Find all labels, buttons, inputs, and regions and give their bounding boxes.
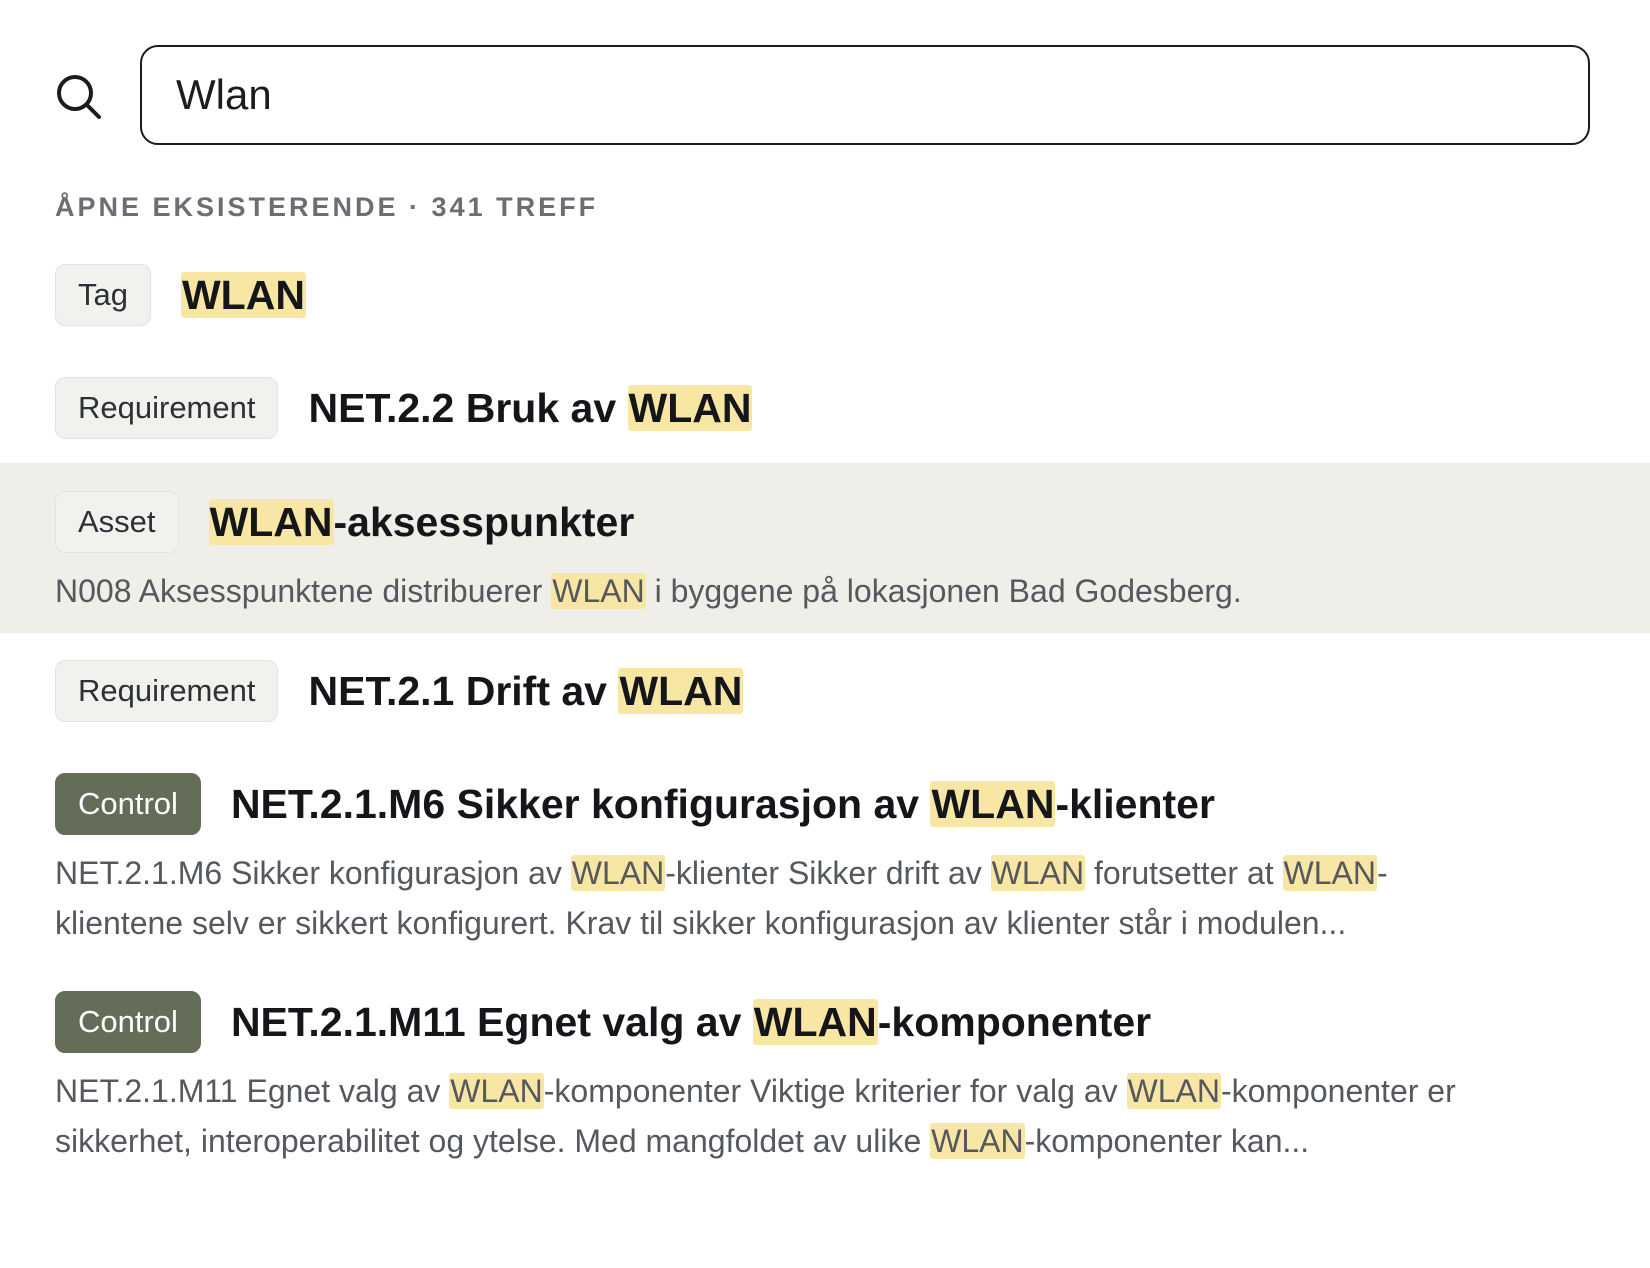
text-segment: -klienter Sikker drift av xyxy=(665,855,991,891)
result-item[interactable]: Control NET.2.1.M11 Egnet valg av WLAN-ko… xyxy=(0,990,1650,1190)
result-title: WLAN xyxy=(180,271,306,319)
type-badge: Tag xyxy=(55,264,151,326)
text-segment: forutsetter at xyxy=(1085,855,1283,891)
result-description: NET.2.1.M6 Sikker konfigurasjon av WLAN-… xyxy=(55,848,1475,948)
result-title: NET.2.1.M6 Sikker konfigurasjon av WLAN-… xyxy=(230,780,1215,828)
result-item[interactable]: Tag WLAN xyxy=(0,263,1650,353)
match-highlight: WLAN xyxy=(551,573,646,609)
text-segment: -komponenter Viktige kriterier for valg … xyxy=(543,1073,1127,1109)
text-segment: N008 Aksesspunktene distribuerer xyxy=(55,573,552,609)
match-highlight: WLAN xyxy=(627,384,753,431)
result-item[interactable]: Asset WLAN-aksesspunkter N008 Aksesspunkte… xyxy=(0,463,1650,633)
text-segment: NET.2.1.M11 Egnet valg av xyxy=(55,1073,450,1109)
match-highlight: WLAN xyxy=(1282,855,1377,891)
match-highlight: WLAN xyxy=(618,667,744,714)
text-segment: NET.2.1.M6 Sikker konfigurasjon av xyxy=(55,855,571,891)
match-highlight: WLAN xyxy=(180,271,306,318)
result-item[interactable]: Requirement NET.2.2 Bruk av WLAN xyxy=(0,376,1650,463)
match-highlight: WLAN xyxy=(990,855,1086,891)
result-title: WLAN-aksesspunkter xyxy=(208,498,635,546)
result-item[interactable]: Control NET.2.1.M6 Sikker konfigurasjon a… xyxy=(0,772,1650,990)
type-badge: Control xyxy=(55,991,201,1053)
result-title-line: Asset WLAN-aksesspunkter xyxy=(55,490,1595,554)
match-highlight: WLAN xyxy=(752,998,878,1045)
search-bar xyxy=(0,0,1650,190)
result-title-line: Control NET.2.1.M11 Egnet valg av WLAN-ko… xyxy=(55,990,1595,1054)
text-segment: -komponenter xyxy=(877,998,1152,1045)
type-badge: Requirement xyxy=(55,660,279,722)
text-segment: NET.2.2 Bruk av xyxy=(308,384,628,431)
text-segment: NET.2.1 Drift av xyxy=(308,667,619,714)
result-description: NET.2.1.M11 Egnet valg av WLAN-komponent… xyxy=(55,1066,1515,1166)
result-title: NET.2.2 Bruk av WLAN xyxy=(308,384,753,432)
text-segment: -klienter xyxy=(1055,780,1215,827)
text-segment: -aksesspunkter xyxy=(333,498,635,545)
result-title: NET.2.1.M11 Egnet valg av WLAN-komponent… xyxy=(230,998,1152,1046)
type-badge: Control xyxy=(55,773,201,835)
text-segment: NET.2.1.M11 Egnet valg av xyxy=(230,998,753,1045)
text-segment: -komponenter kan... xyxy=(1024,1123,1310,1159)
search-input[interactable] xyxy=(176,47,1556,143)
search-box[interactable] xyxy=(140,45,1590,145)
match-highlight: WLAN xyxy=(449,1073,544,1109)
type-badge: Requirement xyxy=(55,377,279,439)
result-title-line: Tag WLAN xyxy=(55,263,1595,327)
result-description: N008 Aksesspunktene distribuerer WLAN i … xyxy=(55,566,1595,616)
match-highlight: WLAN xyxy=(570,855,666,891)
type-badge: Asset xyxy=(55,491,179,553)
result-title-line: Requirement NET.2.1 Drift av WLAN xyxy=(55,659,1595,723)
search-icon[interactable] xyxy=(56,74,102,120)
match-highlight: WLAN xyxy=(1126,1073,1221,1109)
result-item[interactable]: Requirement NET.2.1 Drift av WLAN xyxy=(0,659,1650,772)
text-segment: NET.2.1.M6 Sikker konfigurasjon av xyxy=(230,780,931,827)
text-segment: i byggene på lokasjonen Bad Godesberg. xyxy=(645,573,1242,609)
result-title: NET.2.1 Drift av WLAN xyxy=(308,667,744,715)
section-header: ÅPNE EKSISTERENDE · 341 TREFF xyxy=(55,192,599,222)
match-highlight: WLAN xyxy=(930,780,1056,827)
match-highlight: WLAN xyxy=(930,1123,1025,1159)
result-title-line: Control NET.2.1.M6 Sikker konfigurasjon a… xyxy=(55,772,1595,836)
result-title-line: Requirement NET.2.2 Bruk av WLAN xyxy=(55,376,1595,440)
match-highlight: WLAN xyxy=(208,498,334,545)
